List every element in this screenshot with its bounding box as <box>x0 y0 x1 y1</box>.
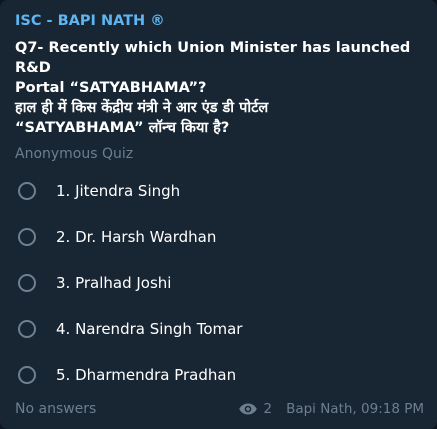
question-line: “SATYABHAMA” लॉन्च किया है? <box>15 120 230 136</box>
quiz-options: 1. Jitendra Singh 2. Dr. Harsh Wardhan 3… <box>15 168 423 398</box>
sender-name[interactable]: ISC - BAPI NATH ® <box>15 11 423 31</box>
quiz-message: ISC - BAPI NATH ® Q7- Recently which Uni… <box>0 0 437 429</box>
results-status: No answers <box>15 401 97 417</box>
radio-circle-icon[interactable] <box>18 182 36 200</box>
quiz-option[interactable]: 2. Dr. Harsh Wardhan <box>15 214 423 260</box>
radio-circle-icon[interactable] <box>18 320 36 338</box>
view-count: 2 <box>263 401 273 417</box>
message-meta: 2 Bapi Nath, 09:18 PM <box>239 401 424 417</box>
author-timestamp: Bapi Nath, 09:18 PM <box>286 401 424 417</box>
message-footer: No answers 2 Bapi Nath, 09:18 PM <box>15 399 424 419</box>
quiz-option[interactable]: 4. Narendra Singh Tomar <box>15 306 423 352</box>
radio-circle-icon[interactable] <box>18 366 36 384</box>
option-label: 1. Jitendra Singh <box>56 182 181 200</box>
option-label: 3. Pralhad Joshi <box>56 274 172 292</box>
quiz-option[interactable]: 5. Dharmendra Pradhan <box>15 352 423 398</box>
quiz-option[interactable]: 3. Pralhad Joshi <box>15 260 423 306</box>
quiz-type-label: Anonymous Quiz <box>15 146 134 162</box>
radio-circle-icon[interactable] <box>18 274 36 292</box>
question-line: हाल ही में किस केंद्रीय मंत्री ने आर एंड… <box>15 100 269 116</box>
option-label: 4. Narendra Singh Tomar <box>56 320 243 338</box>
question-line: Q7- Recently which Union Minister has la… <box>15 40 411 76</box>
option-label: 5. Dharmendra Pradhan <box>56 366 237 384</box>
option-label: 2. Dr. Harsh Wardhan <box>56 228 217 246</box>
question-line: Portal “SATYABHAMA”? <box>15 80 207 96</box>
eye-icon <box>239 403 258 415</box>
quiz-question: Q7- Recently which Union Minister has la… <box>15 38 423 138</box>
quiz-option[interactable]: 1. Jitendra Singh <box>15 168 423 214</box>
radio-circle-icon[interactable] <box>18 228 36 246</box>
